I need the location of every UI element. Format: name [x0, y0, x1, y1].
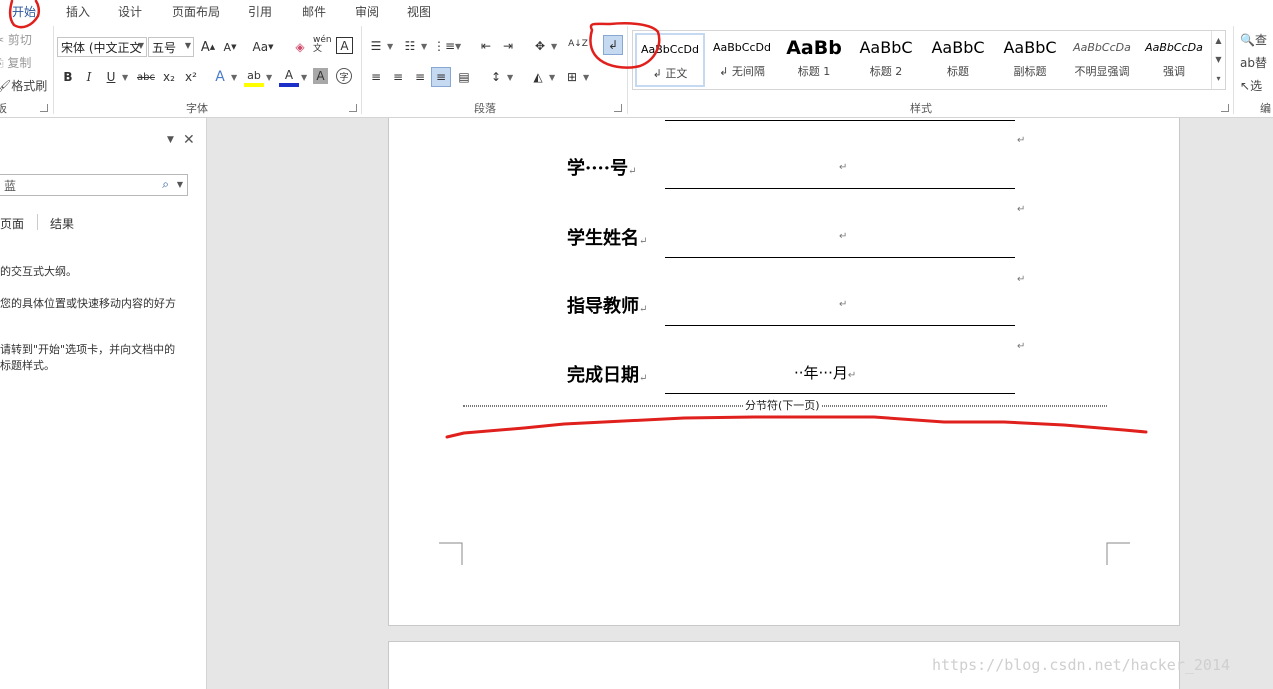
- field-label-advisor: 指导教师↵: [567, 292, 647, 318]
- nav-help-line: 标题样式。: [0, 359, 55, 372]
- paragraph-mark: ↵: [1017, 204, 1026, 215]
- nav-help-line: 请转到"开始"选项卡，并向文档中的: [0, 343, 176, 356]
- paragraph-mark: ↵: [839, 231, 848, 242]
- paragraph-mark: ↵: [839, 299, 848, 310]
- search-icon[interactable]: ⌕: [162, 177, 169, 192]
- field-label-completion-date: 完成日期↵: [567, 361, 647, 387]
- field-label-student-id: 学····号↵: [567, 154, 636, 180]
- paragraph-mark: ↵: [1017, 341, 1026, 352]
- nav-search-input[interactable]: 蓝 ⌕ ▼: [0, 174, 188, 196]
- paragraph-mark: ↵: [1017, 135, 1026, 146]
- paragraph-mark: ↵: [639, 304, 648, 315]
- paragraph-mark: ↵: [1017, 274, 1026, 285]
- nav-help-line: 您的具体位置或快速移动内容的好方: [0, 297, 176, 310]
- margin-corner-mark: [1106, 542, 1130, 565]
- field-underline: [665, 393, 1015, 394]
- watermark: https://blog.csdn.net/hacker_2014: [932, 656, 1231, 674]
- paragraph-mark: ↵: [639, 373, 648, 384]
- navigation-pane: ▼ ✕ 蓝 ⌕ ▼ 页面 结果 的交互式大纲。 您的具体位置或快速移动内容的好方…: [0, 118, 207, 689]
- document-area: 学····号↵ ↵ ↵ 学生姓名↵ ↵ ↵ 指导教师↵ ↵ ↵ 完成日期↵ ↵ …: [208, 118, 1273, 689]
- paragraph-mark: ↵: [839, 162, 848, 173]
- field-label-text: 学····号: [567, 158, 629, 179]
- close-icon[interactable]: ✕: [183, 132, 195, 148]
- date-value-text: ··年···月: [794, 364, 848, 382]
- field-underline: [665, 188, 1015, 189]
- document-page[interactable]: 学····号↵ ↵ ↵ 学生姓名↵ ↵ ↵ 指导教师↵ ↵ ↵ 完成日期↵ ↵ …: [388, 118, 1180, 626]
- margin-corner-mark: [439, 542, 463, 565]
- nav-help-line: 的交互式大纲。: [0, 265, 77, 278]
- field-underline: [665, 120, 1015, 121]
- field-label-text: 学生姓名: [567, 228, 639, 249]
- field-label-student-name: 学生姓名↵: [567, 224, 647, 250]
- nav-tab-pages[interactable]: 页面: [0, 215, 24, 232]
- red-annotation-underline: [445, 415, 1148, 439]
- nav-tab-results[interactable]: 结果: [50, 215, 74, 232]
- completion-date-value: ··年···月↵: [794, 362, 856, 383]
- divider: [37, 214, 38, 230]
- field-underline: [665, 325, 1015, 326]
- field-underline: [665, 257, 1015, 258]
- nav-search-placeholder: 蓝: [4, 179, 17, 193]
- field-label-text: 完成日期: [567, 365, 639, 386]
- pane-options-dropdown[interactable]: ▼: [167, 135, 174, 145]
- paragraph-mark: ↵: [639, 236, 648, 247]
- chevron-down-icon[interactable]: ▼: [177, 180, 183, 189]
- paragraph-mark: ↵: [628, 166, 637, 177]
- paragraph-mark: ↵: [847, 370, 857, 381]
- field-label-text: 指导教师: [567, 296, 639, 317]
- red-annotation-circles: [8, 0, 661, 69]
